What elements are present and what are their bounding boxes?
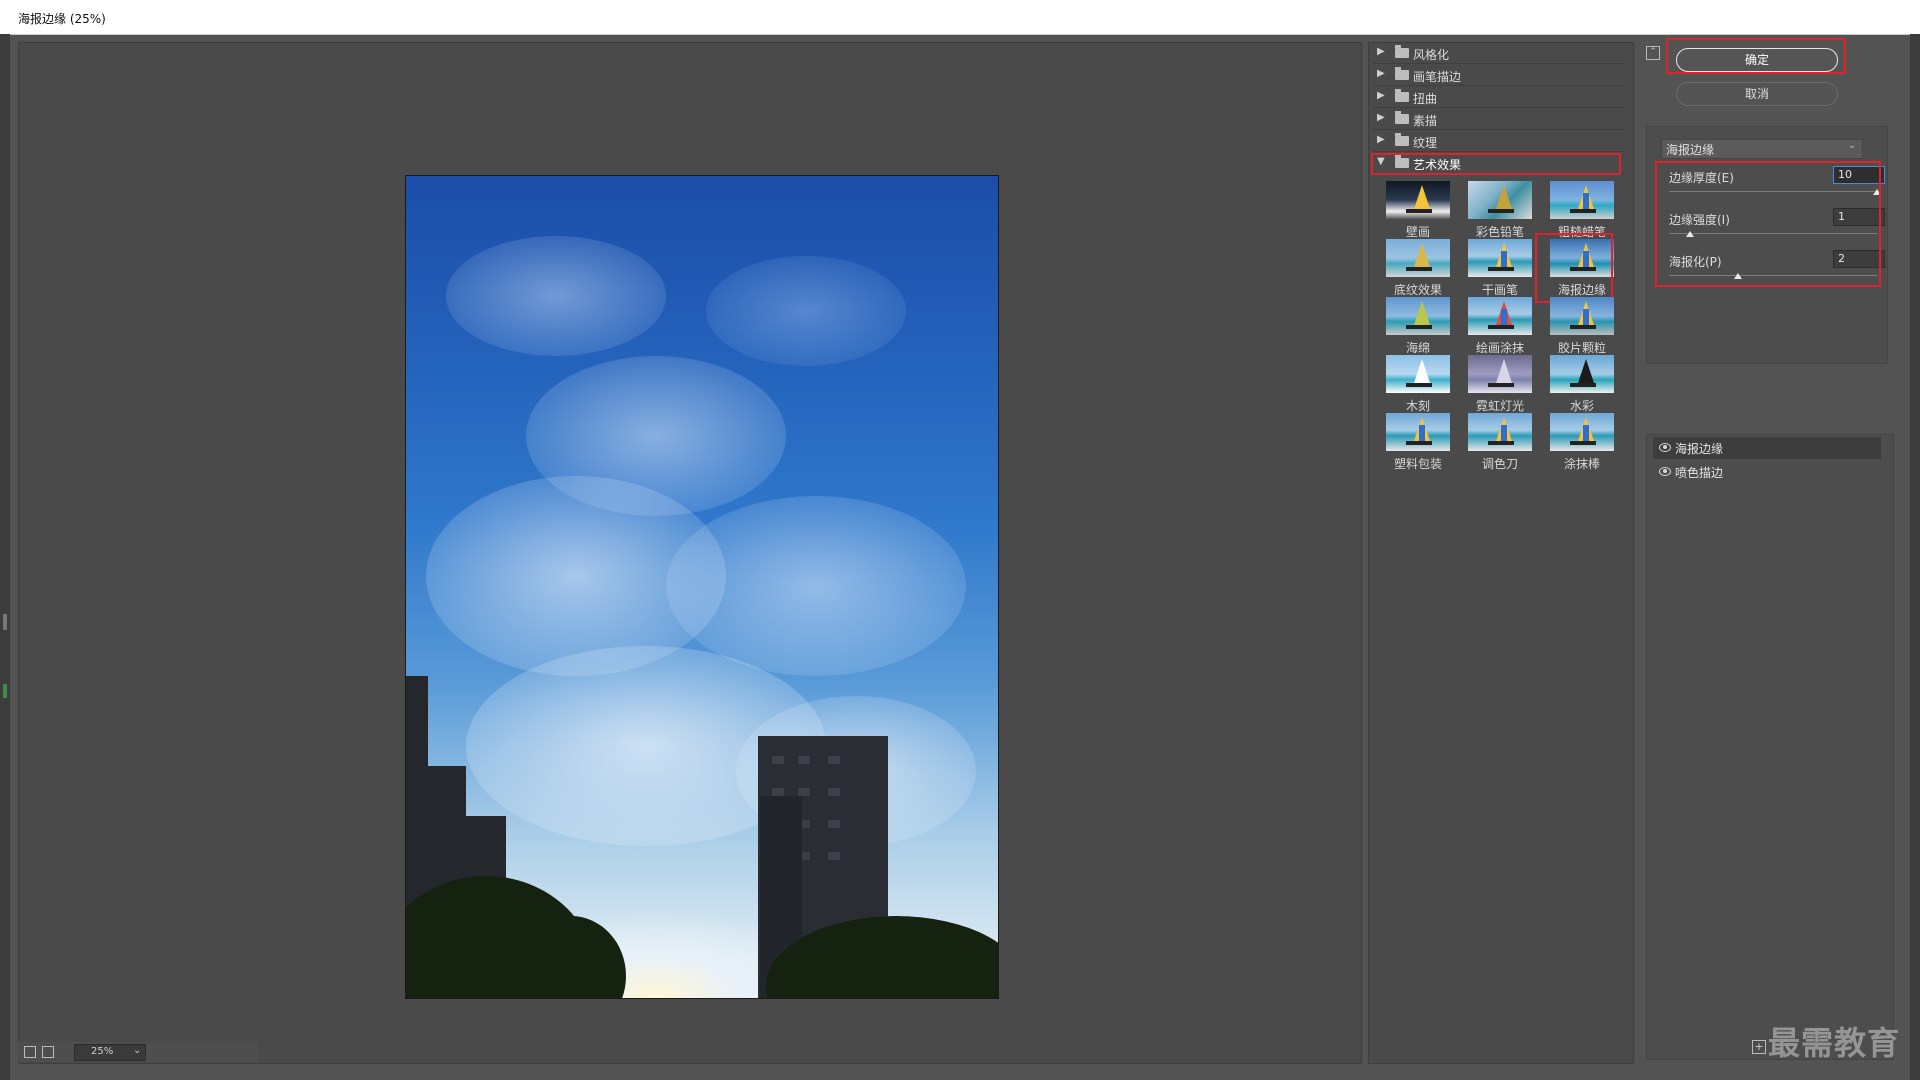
folder-icon bbox=[1395, 89, 1409, 102]
cancel-button[interactable]: 取消 bbox=[1676, 82, 1838, 106]
minus-zoom-icon[interactable] bbox=[24, 1046, 36, 1058]
filter-palette-knife[interactable]: 调色刀 bbox=[1463, 409, 1537, 475]
collapse-gallery-icon[interactable]: ⌃ bbox=[1646, 46, 1660, 60]
filter-underpainting[interactable]: 底纹效果 bbox=[1381, 235, 1455, 301]
app-right-edge bbox=[1910, 34, 1920, 1080]
filter-thumbnail bbox=[1468, 181, 1532, 219]
effect-layer-sprayed-strokes[interactable]: 喷色描边 bbox=[1653, 461, 1881, 483]
filter-thumbnail bbox=[1550, 297, 1614, 335]
filter-film-grain[interactable]: 胶片颗粒 bbox=[1545, 293, 1619, 359]
filter-thumbnail bbox=[1468, 239, 1532, 277]
app-left-edge bbox=[0, 34, 10, 1080]
highlight-ok-box bbox=[1666, 38, 1846, 74]
folder-icon bbox=[1395, 133, 1409, 146]
category-stylize[interactable]: ▶ 风格化 bbox=[1373, 43, 1625, 64]
filter-dropdown[interactable]: 海报边缘 ⌄ bbox=[1661, 139, 1863, 159]
filter-paint-daubs[interactable]: 绘画涂抹 bbox=[1463, 293, 1537, 359]
preview-canvas[interactable] bbox=[18, 42, 1362, 1064]
expand-arrow-icon: ▶ bbox=[1377, 90, 1385, 101]
filter-thumbnail bbox=[1386, 239, 1450, 277]
filter-cutout[interactable]: 木刻 bbox=[1381, 351, 1455, 417]
folder-icon bbox=[1395, 111, 1409, 124]
filter-thumbnail bbox=[1468, 355, 1532, 393]
filter-dry-brush[interactable]: 干画笔 bbox=[1463, 235, 1537, 301]
filter-watercolor[interactable]: 水彩 bbox=[1545, 351, 1619, 417]
watermark: 最需教育 bbox=[1768, 1024, 1901, 1062]
filter-thumbnail bbox=[1386, 297, 1450, 335]
new-effect-layer-icon[interactable]: + bbox=[1752, 1040, 1766, 1054]
category-sketch[interactable]: ▶ 素描 bbox=[1373, 109, 1625, 130]
filter-smudge-stick[interactable]: 涂抹棒 bbox=[1545, 409, 1619, 475]
filter-settings: 海报边缘 ⌄ 边缘厚度(E) 10 边缘强度(I) 1 海报化(P) 2 bbox=[1646, 126, 1888, 364]
filter-neon-glow[interactable]: 霓虹灯光 bbox=[1463, 351, 1537, 417]
expand-arrow-icon: ▶ bbox=[1377, 134, 1385, 145]
filter-thumbnail bbox=[1386, 413, 1450, 451]
filter-thumbnail bbox=[1386, 355, 1450, 393]
zoom-value: 25% bbox=[91, 1046, 114, 1057]
eye-icon[interactable] bbox=[1659, 443, 1671, 452]
category-brush-strokes[interactable]: ▶ 画笔描边 bbox=[1373, 65, 1625, 86]
expand-arrow-icon: ▶ bbox=[1377, 68, 1385, 79]
eye-icon[interactable] bbox=[1659, 467, 1671, 476]
expand-arrow-icon: ▶ bbox=[1377, 46, 1385, 57]
highlight-params-box bbox=[1655, 161, 1881, 287]
chevron-down-icon: ⌄ bbox=[133, 1045, 142, 1056]
filter-thumbnail bbox=[1550, 413, 1614, 451]
chevron-down-icon: ⌄ bbox=[1848, 140, 1857, 151]
zoom-select[interactable]: 25% ⌄ bbox=[74, 1044, 146, 1061]
status-bar: 25% ⌄ bbox=[18, 1042, 258, 1062]
filter-sponge[interactable]: 海绵 bbox=[1381, 293, 1455, 359]
effect-layer-poster-edges[interactable]: 海报边缘 bbox=[1653, 437, 1881, 459]
expand-arrow-icon: ▶ bbox=[1377, 112, 1385, 123]
filter-thumbnail bbox=[1550, 181, 1614, 219]
filter-thumbnail bbox=[1468, 297, 1532, 335]
filter-gallery: ▶ 风格化 ▶ 画笔描边 ▶ 扭曲 ▶ 素描 ▶ 纹理 ▼ 艺术效果 壁画 彩色… bbox=[1368, 42, 1634, 1064]
effect-layers-panel: 海报边缘 喷色描边 bbox=[1646, 434, 1894, 1060]
filter-thumbnail bbox=[1386, 181, 1450, 219]
folder-icon bbox=[1395, 67, 1409, 80]
filter-thumbnail bbox=[1550, 355, 1614, 393]
filter-controls-panel: ⌃ 确定 取消 海报边缘 ⌄ 边缘厚度(E) 10 边缘强度(I) 1 海报化(… bbox=[1640, 38, 1910, 1062]
category-texture[interactable]: ▶ 纹理 bbox=[1373, 131, 1625, 152]
category-distort[interactable]: ▶ 扭曲 bbox=[1373, 87, 1625, 108]
folder-icon bbox=[1395, 45, 1409, 58]
filter-thumbnail bbox=[1468, 413, 1532, 451]
plus-zoom-icon[interactable] bbox=[42, 1046, 54, 1058]
dialog-title-bar: 海报边缘 (25%) bbox=[0, 0, 1920, 35]
filter-plastic-wrap[interactable]: 塑料包装 bbox=[1381, 409, 1455, 475]
preview-image bbox=[405, 175, 999, 999]
filter-fresco[interactable]: 壁画 bbox=[1381, 177, 1455, 243]
filter-colored-pencil[interactable]: 彩色铅笔 bbox=[1463, 177, 1537, 243]
highlight-category-box bbox=[1371, 153, 1621, 175]
dialog-title: 海报边缘 (25%) bbox=[18, 12, 106, 26]
